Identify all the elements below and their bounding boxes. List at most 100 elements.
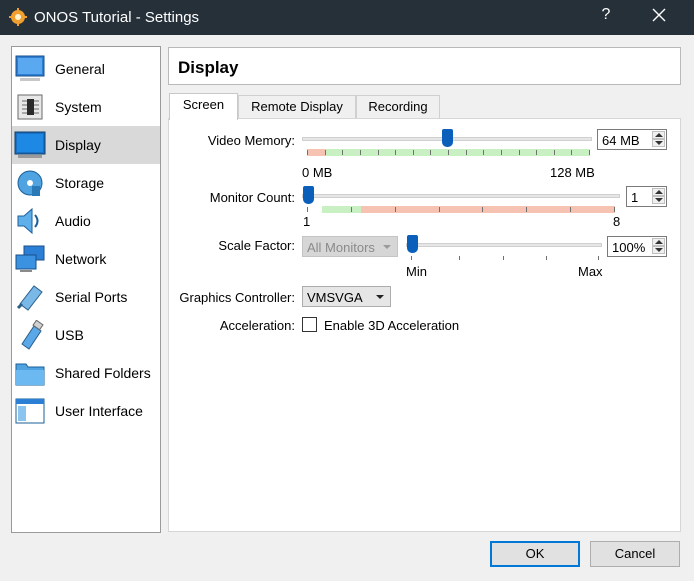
monitor-count-spinbox[interactable]: 1: [626, 186, 667, 207]
network-icon: [15, 245, 45, 272]
slider-tick: [448, 150, 449, 155]
sidebar-item-display[interactable]: Display: [12, 126, 160, 164]
chevron-down-icon: [383, 245, 391, 249]
slider-tick: [351, 207, 352, 212]
close-icon[interactable]: [652, 8, 666, 22]
slider-tick: [554, 150, 555, 155]
sidebar-item-serial-ports[interactable]: Serial Ports: [12, 278, 160, 316]
sidebar-item-shared-folders[interactable]: Shared Folders: [12, 354, 160, 392]
sidebar-item-usb[interactable]: USB: [12, 316, 160, 354]
slider-tick: [360, 150, 361, 155]
slider-tick: [519, 150, 520, 155]
slider-tick: [483, 150, 484, 155]
title-bar: ONOS Tutorial - Settings ?: [0, 0, 694, 35]
user-interface-icon: [15, 398, 45, 424]
sidebar-item-label: System: [55, 99, 102, 115]
video-memory-min-label: 0 MB: [302, 165, 333, 180]
settings-sidebar: General System Display Storage Audio Net…: [11, 46, 161, 533]
graphics-controller-select[interactable]: VMSVGA: [302, 286, 391, 307]
slider-tick: [589, 150, 590, 155]
graphics-controller-label: Graphics Controller:: [179, 290, 295, 305]
sidebar-item-label: Shared Folders: [55, 365, 151, 381]
acceleration-label: Acceleration:: [219, 318, 295, 333]
spin-up-icon[interactable]: [652, 238, 665, 246]
sidebar-item-user-interface[interactable]: User Interface: [12, 392, 160, 430]
enable-3d-acceleration-checkbox[interactable]: [302, 317, 317, 332]
monitor-count-value: 1: [631, 190, 639, 205]
sidebar-item-system[interactable]: System: [12, 88, 160, 126]
sidebar-item-network[interactable]: Network: [12, 240, 160, 278]
sidebar-item-label: Serial Ports: [55, 289, 128, 305]
slider-tick: [411, 256, 412, 260]
spin-up-icon[interactable]: [652, 188, 665, 196]
slider-tick: [570, 207, 571, 212]
video-memory-slider-handle[interactable]: [442, 129, 453, 147]
cancel-button[interactable]: Cancel: [590, 541, 680, 567]
slider-tick: [536, 150, 537, 155]
monitor-count-label: Monitor Count:: [209, 190, 295, 205]
spin-down-icon[interactable]: [652, 246, 665, 254]
video-memory-max-label: 128 MB: [550, 165, 595, 180]
virtualbox-gear-icon: [9, 8, 27, 26]
enable-3d-acceleration-label[interactable]: Enable 3D Acceleration: [324, 318, 459, 333]
video-memory-value: 64 MB: [602, 133, 640, 148]
storage-disc-icon: [17, 170, 43, 196]
slider-tick: [459, 256, 460, 260]
scale-factor-slider-handle[interactable]: [407, 235, 418, 253]
sidebar-item-label: Display: [55, 137, 101, 153]
tab-remote-display[interactable]: Remote Display: [238, 95, 356, 119]
slider-tick: [430, 150, 431, 155]
sidebar-item-storage[interactable]: Storage: [12, 164, 160, 202]
sidebar-item-audio[interactable]: Audio: [12, 202, 160, 240]
spin-up-icon[interactable]: [652, 131, 665, 139]
slider-tick: [501, 150, 502, 155]
sidebar-item-label: Network: [55, 251, 107, 267]
slider-tick: [503, 256, 504, 260]
ok-button[interactable]: OK: [490, 541, 580, 567]
monitor-count-slider-handle[interactable]: [303, 186, 314, 204]
slider-tick: [466, 150, 467, 155]
slider-tick: [526, 207, 527, 212]
general-icon: [15, 55, 45, 81]
slider-tick: [342, 150, 343, 155]
slider-tick: [325, 150, 326, 155]
scale-factor-spinbox[interactable]: 100%: [607, 236, 667, 257]
display-monitor-icon: [14, 131, 46, 158]
slider-tick: [307, 150, 308, 155]
tab-screen[interactable]: Screen: [169, 93, 238, 120]
slider-tick: [546, 256, 547, 260]
audio-speaker-icon: [17, 207, 39, 235]
slider-tick: [598, 256, 599, 260]
scale-monitor-value: All Monitors: [307, 240, 375, 255]
slider-tick: [571, 150, 572, 155]
spin-down-icon[interactable]: [652, 196, 665, 204]
scale-factor-min-label: Min: [406, 264, 427, 279]
help-button[interactable]: ?: [598, 6, 614, 24]
slider-tick: [614, 207, 615, 212]
system-chip-icon: [17, 94, 43, 120]
slider-tick: [307, 207, 308, 212]
monitor-count-scale: [307, 206, 615, 213]
usb-icon: [21, 320, 44, 350]
slider-tick: [482, 207, 483, 212]
monitor-count-slider-track[interactable]: [302, 194, 620, 198]
graphics-controller-value: VMSVGA: [307, 290, 363, 305]
page-title: Display: [178, 58, 239, 77]
sidebar-item-label: Storage: [55, 175, 105, 191]
spin-down-icon[interactable]: [652, 139, 665, 147]
slider-tick: [413, 150, 414, 155]
monitor-count-min-label: 1: [303, 214, 311, 229]
video-memory-spinbox[interactable]: 64 MB: [597, 129, 667, 150]
sidebar-item-label: Audio: [55, 213, 91, 229]
slider-tick: [395, 150, 396, 155]
scale-factor-label: Scale Factor:: [218, 238, 295, 253]
sidebar-item-label: USB: [55, 327, 84, 343]
scale-factor-value: 100%: [612, 240, 646, 255]
slider-tick: [439, 207, 440, 212]
sidebar-item-label: General: [55, 61, 105, 77]
sidebar-item-general[interactable]: General: [12, 50, 160, 88]
scale-factor-slider-track[interactable]: [406, 243, 602, 247]
video-memory-scale: [307, 149, 590, 156]
slider-tick: [378, 150, 379, 155]
tab-recording[interactable]: Recording: [356, 95, 440, 119]
